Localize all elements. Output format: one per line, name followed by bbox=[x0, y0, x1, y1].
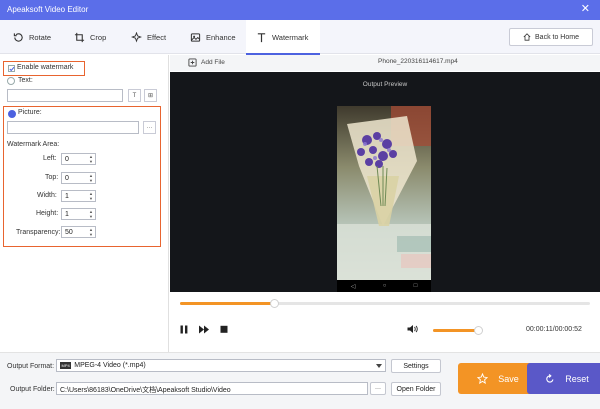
width-value: 1 bbox=[65, 192, 69, 200]
tab-crop-label: Crop bbox=[90, 32, 107, 42]
reset-icon bbox=[546, 373, 554, 383]
volume-icon[interactable] bbox=[407, 324, 418, 334]
stepper-arrows-icon[interactable]: ▲ ▼ bbox=[89, 173, 93, 183]
height-label: Height: bbox=[36, 210, 59, 217]
progress-bar[interactable] bbox=[180, 299, 590, 308]
back-to-home-label: Back to Home bbox=[535, 33, 579, 41]
stepper-arrows-icon[interactable]: ▲ ▼ bbox=[89, 209, 93, 219]
tab-rotate-label: Rotate bbox=[29, 32, 52, 42]
left-value: 0 bbox=[65, 155, 69, 163]
total-time: 00:00:52 bbox=[554, 326, 582, 333]
picture-path-input[interactable] bbox=[7, 121, 139, 134]
top-stepper[interactable]: 0 ▲ ▼ bbox=[61, 172, 96, 184]
settings-button[interactable]: Settings bbox=[391, 359, 441, 373]
transparency-stepper[interactable]: 50 ▲ ▼ bbox=[61, 226, 96, 238]
reset-label: Reset bbox=[565, 373, 589, 384]
tab-enhance[interactable]: Enhance bbox=[180, 20, 246, 54]
enable-watermark-label: Enable watermark bbox=[17, 64, 74, 71]
title-bar: Apeaksoft Video Editor ✕ bbox=[0, 0, 600, 20]
save-label: Save bbox=[498, 373, 519, 384]
toolbar: Rotate Crop Effect Enhance Watermark Bac… bbox=[0, 20, 600, 55]
transparency-value: 50 bbox=[65, 228, 73, 236]
stepper-arrows-icon[interactable]: ▲ ▼ bbox=[89, 154, 93, 164]
left-label: Left: bbox=[43, 155, 57, 162]
phone-nav-bar: ◁ ○ □ bbox=[337, 280, 431, 292]
tab-effect-label: Effect bbox=[147, 32, 167, 42]
tab-effect[interactable]: Effect bbox=[121, 20, 176, 54]
add-file-button[interactable]: Add File bbox=[188, 58, 225, 67]
playback-controls: 00:00:11/00:00:52 bbox=[170, 292, 600, 352]
watermark-area-label: Watermark Area: bbox=[7, 141, 60, 148]
left-stepper[interactable]: 0 ▲ ▼ bbox=[61, 153, 96, 165]
open-folder-button[interactable]: Open Folder bbox=[391, 382, 441, 396]
back-to-home-button[interactable]: Back to Home bbox=[509, 28, 593, 46]
output-format-select[interactable]: MP4 MPEG-4 Video (*.mp4) bbox=[56, 359, 386, 372]
crop-icon bbox=[74, 32, 85, 42]
tab-watermark[interactable]: Watermark bbox=[246, 20, 320, 55]
transparency-label: Transparency: bbox=[16, 229, 61, 236]
pause-icon[interactable] bbox=[180, 325, 188, 334]
picture-radio[interactable] bbox=[8, 110, 16, 118]
width-label: Width: bbox=[37, 192, 57, 199]
stepper-arrows-icon[interactable]: ▲ ▼ bbox=[89, 191, 93, 201]
volume-handle[interactable] bbox=[474, 326, 483, 335]
file-name: Phone_220316114617.mp4 bbox=[378, 58, 458, 65]
progress-handle[interactable] bbox=[270, 299, 280, 308]
add-file-icon bbox=[188, 58, 197, 67]
picture-label: Picture: bbox=[18, 109, 42, 116]
output-format-value: MPEG-4 Video (*.mp4) bbox=[74, 362, 146, 369]
watermark-icon bbox=[257, 32, 266, 42]
stepper-arrows-icon[interactable]: ▲ ▼ bbox=[89, 227, 93, 237]
text-input[interactable] bbox=[7, 89, 123, 102]
enable-watermark-checkbox[interactable] bbox=[8, 65, 15, 72]
tab-rotate[interactable]: Rotate bbox=[3, 20, 61, 54]
mp4-format-icon: MP4 bbox=[60, 362, 72, 369]
picture-browse-button[interactable]: ··· bbox=[143, 121, 156, 134]
preview-label: Output Preview bbox=[362, 81, 408, 88]
video-frame-image bbox=[337, 106, 431, 280]
volume-fill bbox=[433, 329, 478, 332]
top-value: 0 bbox=[65, 174, 69, 182]
reset-button[interactable]: Reset bbox=[527, 363, 600, 394]
progress-fill bbox=[180, 302, 275, 305]
output-bar: Output Format: MP4 MPEG-4 Video (*.mp4) … bbox=[0, 352, 600, 409]
output-folder-input[interactable]: C:\Users\86183\OneDrive\文档\Apeaksoft Stu… bbox=[56, 382, 368, 395]
tab-watermark-label: Watermark bbox=[272, 32, 309, 42]
effect-icon bbox=[131, 31, 142, 43]
tab-enhance-label: Enhance bbox=[206, 32, 236, 42]
text-radio[interactable] bbox=[7, 77, 15, 85]
height-stepper[interactable]: 1 ▲ ▼ bbox=[61, 208, 96, 220]
width-stepper[interactable]: 1 ▲ ▼ bbox=[61, 190, 96, 202]
preview-area: Output Preview ◁ ○ □ bbox=[170, 72, 600, 292]
chevron-down-icon bbox=[376, 364, 382, 368]
volume-slider[interactable] bbox=[433, 326, 483, 335]
stop-icon[interactable] bbox=[220, 325, 228, 334]
text-style-button[interactable]: ⊞ bbox=[144, 89, 157, 102]
text-font-button[interactable]: T bbox=[128, 89, 141, 102]
top-label: Top: bbox=[45, 174, 59, 181]
current-time: 00:00:11 bbox=[526, 326, 553, 333]
enhance-icon bbox=[190, 32, 201, 42]
home-icon bbox=[523, 33, 531, 41]
save-icon bbox=[477, 373, 489, 384]
save-button[interactable]: Save bbox=[458, 363, 538, 394]
check-icon bbox=[9, 66, 15, 72]
fast-forward-icon[interactable] bbox=[199, 325, 209, 334]
nav-recent-icon: □ bbox=[413, 283, 418, 289]
nav-back-icon: ◁ bbox=[350, 283, 356, 290]
add-file-label: Add File bbox=[201, 59, 225, 66]
app-title: Apeaksoft Video Editor bbox=[7, 5, 89, 14]
nav-home-icon: ○ bbox=[382, 283, 387, 289]
timecode: 00:00:11/00:00:52 bbox=[526, 326, 582, 333]
text-label: Text: bbox=[18, 77, 33, 84]
rotate-icon bbox=[13, 32, 23, 42]
output-folder-label: Output Folder: bbox=[10, 386, 55, 393]
height-value: 1 bbox=[65, 210, 69, 218]
output-format-label: Output Format: bbox=[7, 363, 55, 370]
output-folder-browse-button[interactable]: ··· bbox=[370, 382, 386, 395]
video-preview[interactable]: ◁ ○ □ bbox=[337, 106, 431, 292]
tab-crop[interactable]: Crop bbox=[64, 20, 116, 54]
close-icon[interactable]: ✕ bbox=[581, 2, 590, 16]
